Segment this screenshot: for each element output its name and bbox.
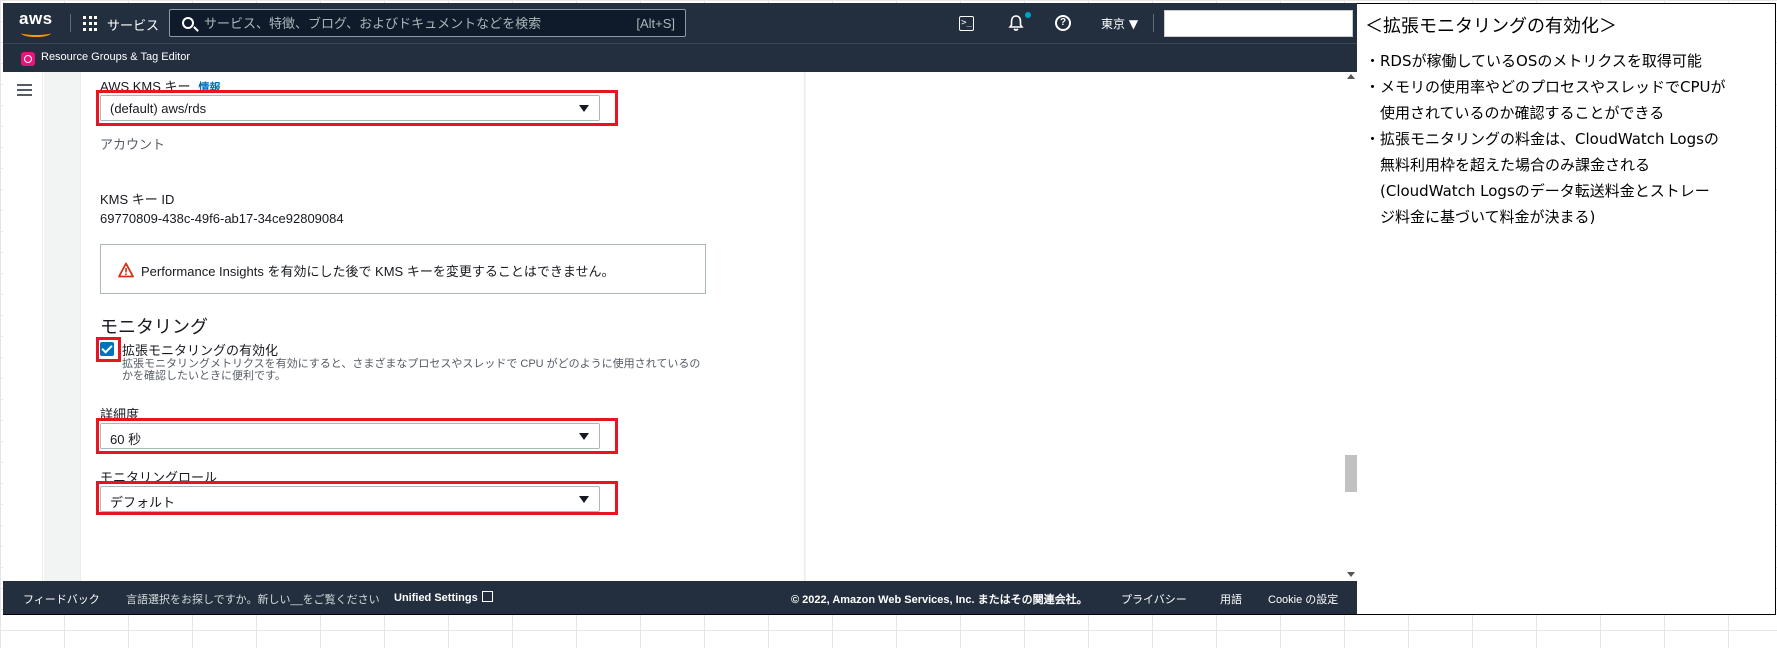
notes-line: ジ料金に基づいて料金が決まる) [1365,208,1596,226]
scroll-down-icon[interactable] [1347,572,1355,577]
search-icon [182,17,194,29]
feedback-link[interactable]: フィードバック [23,591,100,607]
alert-text: Performance Insights を有効にした後で KMS キーを変更す… [141,264,615,279]
scroll-thumb[interactable] [1345,455,1357,492]
notes-line: (CloudWatch Logsのデータ転送料金とストレー [1365,182,1710,200]
menu-icon[interactable] [17,84,32,96]
notes-line: ・メモリの使用率やどのプロセスやスレッドでCPUが [1365,78,1726,96]
bell-icon[interactable] [1007,14,1025,32]
notes-line: ・拡張モニタリングの料金は、CloudWatch Logsの [1365,130,1719,148]
aws-smile-icon [21,29,51,37]
right-empty-pane [806,72,1344,581]
services-grid-icon[interactable] [83,16,98,31]
notes-title: ＜拡張モニタリングの有効化＞ [1365,16,1617,37]
services-menu-button[interactable]: サービス [107,15,159,34]
highlight-checkbox [96,337,121,362]
account-label: アカウント [100,137,166,152]
scroll-up-icon[interactable] [1347,74,1355,79]
sidebar-collapsed [3,72,43,581]
cookie-settings-link[interactable]: Cookie の設定 [1268,591,1338,607]
unified-settings-label: Unified Settings [394,592,478,604]
unified-settings-link[interactable]: Unified Settings [394,591,493,604]
monitoring-section-title: モニタリング [100,317,208,337]
highlight-kms-key [96,90,618,126]
language-prompt: 言語選択をお探しですか。新しい__をご覧ください [126,594,380,606]
cloudshell-icon[interactable]: >_ [959,16,974,31]
nav-divider [70,14,71,32]
vertical-scrollbar[interactable] [1344,72,1357,581]
copyright-text: © 2022, Amazon Web Services, Inc. またはその関… [791,594,1088,606]
warning-icon [118,262,134,278]
search-box[interactable]: [Alt+S] [169,9,686,37]
kms-id-label: KMS キー ID [100,192,175,207]
top-navigation: aws サービス [Alt+S] >_ ? 東京 ▼ [3,3,1357,43]
aws-logo-text: aws [19,9,53,28]
resource-groups-link[interactable]: Resource Groups & Tag Editor [41,51,190,63]
notification-dot [1025,12,1031,18]
aws-console: aws サービス [Alt+S] >_ ? 東京 ▼ Resource Grou… [3,3,1357,614]
help-icon[interactable]: ? [1055,15,1071,31]
search-shortcut-hint: [Alt+S] [636,16,675,31]
favorites-bar: Resource Groups & Tag Editor [3,43,1357,72]
enhanced-monitoring-description: 拡張モニタリングメトリクスを有効にすると、さまざまなプロセスやスレッドで CPU… [122,358,701,382]
search-input[interactable] [204,14,604,32]
enhanced-monitoring-label: 拡張モニタリングの有効化 [122,343,279,358]
region-selector[interactable]: 東京 ▼ [1101,15,1138,32]
aws-logo[interactable]: aws [19,9,59,37]
privacy-link[interactable]: プライバシー [1121,591,1187,607]
terms-link[interactable]: 用語 [1220,591,1242,607]
account-menu[interactable] [1164,10,1353,37]
notes-line: 無料利用枠を超えた場合のみ課金される [1365,156,1651,174]
kms-id-value: 69770809-438c-49f6-ab17-34ce92809084 [100,211,344,226]
highlight-monitoring-role [96,481,618,515]
external-link-icon [481,591,493,602]
notes-line: 使用されているのか確認することができる [1365,104,1665,122]
highlight-granularity [96,418,618,454]
notes-panel: ＜拡張モニタリングの有効化＞ ・RDSが稼働しているOSのメトリクスを取得可能 … [1365,12,1765,230]
notes-line: ・RDSが稼働しているOSのメトリクスを取得可能 [1365,52,1702,70]
content-area: AWS KMS キー 情報 (default) aws/rds アカウント KMS… [3,72,1357,581]
kms-warning-alert: Performance Insights を有効にした後で KMS キーを変更す… [100,244,706,294]
nav-divider [1153,14,1154,32]
footer: フィードバック 言語選択をお探しですか。新しい__をご覧ください Unified… [3,581,1357,614]
resource-groups-icon [21,52,35,66]
